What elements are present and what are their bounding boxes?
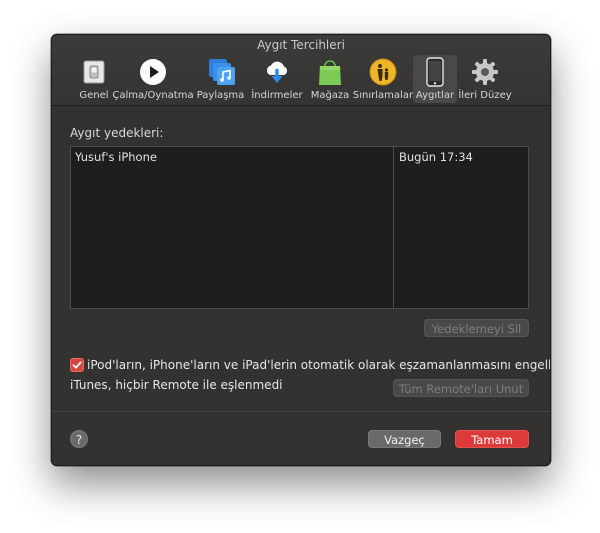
window-title: Aygıt Tercihleri bbox=[257, 38, 345, 52]
gear-icon bbox=[470, 57, 500, 87]
tab-advanced-label: İleri Düzey bbox=[458, 90, 512, 101]
tab-devices-label: Aygıtlar bbox=[415, 90, 455, 101]
tab-store-label: Mağaza bbox=[310, 90, 350, 101]
device-preferences-window: Aygıt Tercihleri Genel Çalma/Oynatma Pay… bbox=[51, 34, 551, 466]
tab-playback-label: Çalma/Oynatma bbox=[112, 90, 194, 101]
device-backups-table[interactable]: Yusuf's iPhone Bugün 17:34 bbox=[70, 146, 529, 309]
tab-downloads[interactable]: İndirmeler bbox=[247, 55, 307, 103]
tab-restrictions-label: Sınırlamalar bbox=[352, 90, 414, 101]
tab-sharing-label: Paylaşma bbox=[196, 90, 245, 101]
column-divider bbox=[393, 147, 394, 308]
parental-restrictions-icon bbox=[368, 57, 398, 87]
prevent-auto-sync-label[interactable]: iPod'ların, iPhone'ların ve iPad'lerin o… bbox=[87, 358, 550, 372]
backup-device-name[interactable]: Yusuf's iPhone bbox=[75, 150, 157, 164]
devices-pane: Aygıt yedekleri: Yusuf's iPhone Bugün 17… bbox=[52, 106, 550, 465]
checkmark-icon bbox=[72, 361, 82, 369]
tab-downloads-label: İndirmeler bbox=[251, 90, 303, 101]
tab-playback[interactable]: Çalma/Oynatma bbox=[112, 55, 194, 103]
ok-button[interactable]: Tamam bbox=[455, 430, 529, 448]
tab-restrictions[interactable]: Sınırlamalar bbox=[353, 55, 413, 103]
tab-devices[interactable]: Aygıtlar bbox=[413, 55, 457, 103]
help-button[interactable]: ? bbox=[70, 430, 88, 448]
tab-general-label: Genel bbox=[79, 90, 109, 101]
remote-status-text: iTunes, hiçbir Remote ile eşlenmedi bbox=[70, 378, 283, 392]
cancel-button[interactable]: Vazgeç bbox=[368, 430, 441, 448]
tab-store[interactable]: Mağaza bbox=[307, 55, 353, 103]
device-backups-label: Aygıt yedekleri: bbox=[70, 126, 164, 140]
sharing-music-icon bbox=[206, 57, 236, 87]
footer-separator bbox=[52, 411, 550, 412]
general-switch-icon bbox=[79, 57, 109, 87]
tab-advanced[interactable]: İleri Düzey bbox=[457, 55, 513, 103]
tab-general[interactable]: Genel bbox=[76, 55, 112, 103]
tab-sharing[interactable]: Paylaşma bbox=[194, 55, 247, 103]
preferences-toolbar: Genel Çalma/Oynatma Paylaşma İndirmeler … bbox=[76, 55, 513, 103]
forget-all-remotes-button[interactable]: Tüm Remote'ları Unut bbox=[393, 379, 529, 397]
cloud-download-icon bbox=[262, 57, 292, 87]
backup-date[interactable]: Bugün 17:34 bbox=[399, 150, 473, 164]
delete-backup-button[interactable]: Yedeklemeyi Sil bbox=[424, 319, 529, 337]
toolbar-area: Aygıt Tercihleri Genel Çalma/Oynatma Pay… bbox=[52, 35, 550, 106]
iphone-icon bbox=[420, 57, 450, 87]
shopping-bag-icon bbox=[315, 57, 345, 87]
prevent-auto-sync-checkbox[interactable] bbox=[70, 358, 84, 372]
play-icon bbox=[138, 57, 168, 87]
